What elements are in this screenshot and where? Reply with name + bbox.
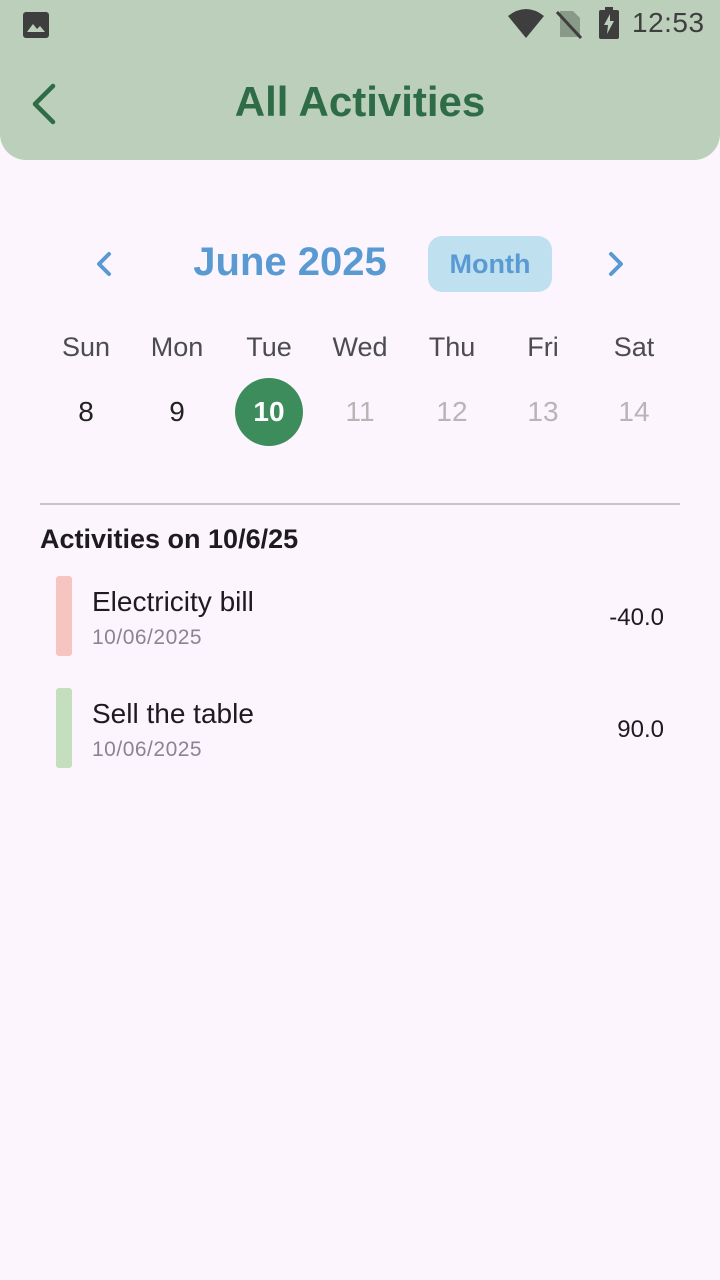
weekday-label: Fri — [527, 332, 559, 362]
month-title: June 2025 — [193, 240, 387, 284]
calendar-day[interactable]: 8 — [40, 378, 132, 446]
activity-amount: -40.0 — [609, 604, 664, 631]
weekday-label: Mon — [150, 332, 204, 362]
status-time: 12:53 — [632, 7, 705, 38]
day-number: 12 — [436, 396, 468, 427]
calendar-day[interactable]: 12 — [406, 378, 498, 446]
calendar-day-selected[interactable]: 10 — [223, 378, 315, 446]
weekday-label: Tue — [246, 332, 292, 362]
day-number: 10 — [235, 378, 303, 446]
activity-date: 10/06/2025 — [92, 738, 203, 761]
page-title: All Activities — [234, 78, 486, 125]
day-number: 9 — [169, 396, 185, 427]
activities-section-title: Activities on 10/6/25 — [40, 524, 299, 554]
chevron-right-icon — [609, 252, 623, 276]
activity-color-bar — [56, 576, 72, 656]
status-bar: 12:53 — [0, 0, 720, 50]
day-number: 11 — [345, 396, 375, 427]
chevron-left-icon — [97, 252, 111, 276]
previous-month-button[interactable] — [82, 240, 126, 288]
weekday-label: Sun — [61, 332, 111, 362]
app-bar: 12:53 All Activities — [0, 0, 720, 160]
calendar-format-button[interactable]: Month — [428, 236, 552, 292]
day-number: 8 — [78, 396, 94, 427]
divider — [40, 503, 680, 505]
day-number: 13 — [527, 396, 559, 427]
activity-item[interactable]: Sell the table 10/06/2025 90.0 — [40, 688, 680, 780]
calendar-day[interactable]: 9 — [131, 378, 223, 446]
activity-name: Electricity bill — [92, 586, 254, 617]
photo-icon — [23, 12, 49, 38]
weekday-label: Wed — [332, 332, 388, 362]
calendar-day[interactable]: 13 — [497, 378, 589, 446]
calendar-day[interactable]: 11 — [314, 378, 406, 446]
next-month-button[interactable] — [594, 240, 638, 288]
wifi-icon — [508, 9, 544, 38]
weekday-label: Thu — [428, 332, 476, 362]
day-number: 14 — [618, 396, 650, 427]
activity-color-bar — [56, 688, 72, 768]
weekday-label: Sat — [613, 332, 655, 362]
activity-amount: 90.0 — [617, 716, 664, 743]
battery-charging-icon — [599, 7, 619, 39]
calendar-day[interactable]: 14 — [588, 378, 680, 446]
activity-name: Sell the table — [92, 698, 254, 729]
no-sim-icon — [556, 10, 582, 39]
activity-item[interactable]: Electricity bill 10/06/2025 -40.0 — [40, 576, 680, 668]
activity-date: 10/06/2025 — [92, 626, 203, 649]
